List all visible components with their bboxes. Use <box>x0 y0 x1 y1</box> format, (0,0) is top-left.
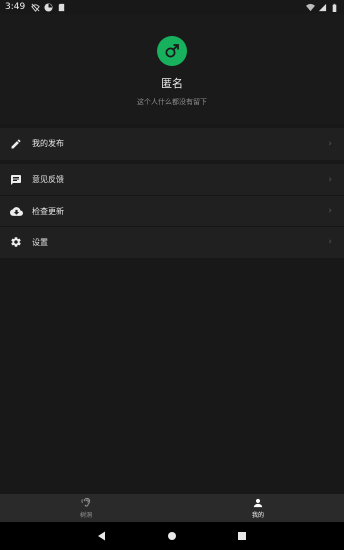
app-notification-icon <box>44 2 53 12</box>
ear-icon <box>81 497 90 507</box>
chevron-right-icon: › <box>328 237 332 247</box>
tab-treehole[interactable]: 树洞 <box>0 494 172 522</box>
status-right-icons <box>306 3 339 12</box>
menu-item-my-posts[interactable]: 我的发布 › <box>0 128 344 159</box>
profile-header: 匿名 这个人什么都没有留下 <box>0 14 344 124</box>
profile-bio: 这个人什么都没有留下 <box>137 98 207 106</box>
chevron-right-icon: › <box>328 174 332 185</box>
back-triangle-icon[interactable] <box>97 531 107 541</box>
sd-card-icon <box>59 3 65 11</box>
home-circle-icon[interactable] <box>167 531 177 541</box>
wifi-icon <box>306 3 315 11</box>
menu-section-general: 意见反馈 › 检查更新 › 设置 › <box>0 164 344 258</box>
menu-item-check-update[interactable]: 检查更新 › <box>0 195 344 226</box>
cloud-download-icon <box>9 204 23 218</box>
chat-icon <box>9 173 23 187</box>
profile-name: 匿名 <box>161 77 183 90</box>
bottom-nav: 树洞 我的 <box>0 494 344 522</box>
menu-item-label: 检查更新 <box>32 206 64 216</box>
gear-icon <box>9 235 23 249</box>
wifi-off-icon <box>31 3 40 12</box>
chevron-right-icon: › <box>328 138 332 149</box>
signal-icon <box>318 3 327 11</box>
menu-section-publish: 我的发布 › <box>0 128 344 160</box>
status-bar: 3:49 <box>0 0 344 14</box>
status-time: 3:49 <box>5 2 26 12</box>
menu-item-label: 意见反馈 <box>32 175 64 184</box>
menu-item-settings[interactable]: 设置 › <box>0 226 344 257</box>
person-icon <box>253 498 263 507</box>
tab-mine[interactable]: 我的 <box>172 494 344 522</box>
system-nav-bar <box>0 522 344 550</box>
menu-item-feedback[interactable]: 意见反馈 › <box>0 164 344 195</box>
menu-item-label: 我的发布 <box>32 139 64 148</box>
battery-icon <box>332 3 337 12</box>
male-symbol-icon <box>165 44 179 58</box>
tab-label: 树洞 <box>79 512 92 519</box>
chevron-right-icon: › <box>328 206 332 216</box>
pencil-icon <box>9 137 23 151</box>
menu-item-label: 设置 <box>32 237 48 247</box>
status-left-icons <box>31 2 66 12</box>
avatar[interactable] <box>157 36 187 66</box>
recents-square-icon[interactable] <box>237 531 247 541</box>
tab-label: 我的 <box>251 511 264 519</box>
